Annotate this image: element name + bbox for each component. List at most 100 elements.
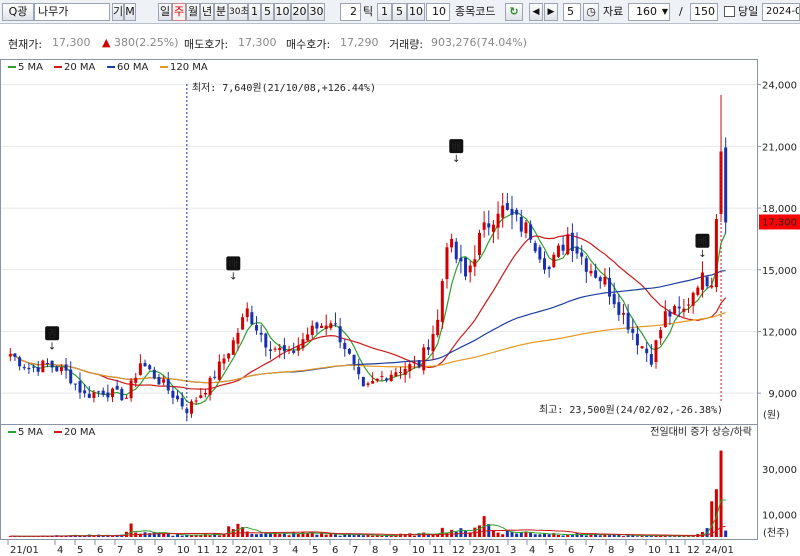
candle-body bbox=[412, 362, 416, 364]
volume-bar bbox=[556, 534, 560, 537]
down-arrow-icon: ↓ bbox=[698, 249, 706, 260]
candle-body bbox=[338, 326, 342, 343]
candle-body bbox=[436, 319, 440, 336]
volume-bar bbox=[710, 501, 714, 537]
candle-body bbox=[124, 397, 128, 399]
x-tick-label: 7 bbox=[117, 545, 123, 556]
x-tick-label: 11 bbox=[432, 545, 445, 556]
date-field[interactable]: 2024-0 bbox=[762, 3, 800, 21]
kind-button-1[interactable]: 기 bbox=[112, 3, 124, 21]
data-count-select[interactable]: 160 ▼ bbox=[628, 3, 670, 21]
candle-body bbox=[654, 340, 658, 362]
candle-body bbox=[385, 378, 389, 381]
volume-bar bbox=[510, 531, 514, 537]
candle-body bbox=[612, 293, 616, 305]
search-button[interactable]: Q광 bbox=[2, 3, 34, 21]
low-annotation: 최저: 7,640원(21/10/08,+126.44%) bbox=[192, 82, 376, 94]
volume-bar bbox=[566, 534, 570, 537]
x-tick-label: 10 bbox=[412, 545, 425, 556]
minute-value-field[interactable]: 2 bbox=[340, 3, 361, 21]
next-arrow-icon[interactable]: ▶ bbox=[544, 3, 558, 21]
period-tab-3[interactable]: 년 bbox=[200, 3, 214, 21]
candle-body bbox=[705, 276, 709, 287]
refresh-icon[interactable]: ↻ bbox=[505, 3, 523, 21]
x-tick-label: 10 bbox=[177, 545, 190, 556]
volume-bar bbox=[584, 535, 588, 537]
tick-value-field[interactable]: 10 bbox=[426, 3, 450, 21]
event-marker-label: 배 bbox=[452, 141, 461, 153]
x-tick-label: 7 bbox=[352, 545, 358, 556]
candle-body bbox=[482, 222, 486, 230]
candle-body bbox=[287, 350, 291, 352]
candle-body bbox=[152, 369, 156, 379]
volume-bar bbox=[477, 525, 481, 537]
legend-label: 5 MA bbox=[18, 427, 43, 438]
period-tab-1[interactable]: 주 bbox=[172, 3, 186, 21]
candle-body bbox=[259, 332, 263, 335]
tick-tab-1[interactable]: 1 bbox=[377, 3, 392, 21]
today-label: 당일 bbox=[738, 5, 759, 18]
volume-bar bbox=[227, 526, 231, 537]
period-tab-8[interactable]: 10 bbox=[274, 3, 291, 21]
volume-bar bbox=[287, 535, 291, 537]
volume-bar bbox=[491, 530, 495, 537]
volume-bar bbox=[361, 535, 365, 537]
candle-body bbox=[450, 238, 454, 248]
legend-label: 120 MA bbox=[170, 62, 208, 73]
price-unit-label: (원) bbox=[763, 409, 780, 421]
price-legend: 5 MA 20 MA 60 MA 120 MA bbox=[8, 62, 208, 73]
candle-body bbox=[176, 395, 180, 400]
candle-body bbox=[320, 325, 324, 328]
candle-body bbox=[199, 395, 203, 398]
volume-bar bbox=[306, 533, 310, 537]
down-arrow-icon: ↓ bbox=[452, 154, 460, 165]
clock-icon[interactable]: ◷ bbox=[583, 3, 599, 21]
period-tab-4[interactable]: 분 bbox=[214, 3, 228, 21]
total-count-field[interactable]: 150 bbox=[690, 3, 718, 21]
candle-body bbox=[399, 372, 403, 374]
candle-body bbox=[78, 381, 82, 393]
volume-bar bbox=[454, 531, 458, 537]
candle-body bbox=[649, 353, 653, 365]
volume-bar bbox=[719, 450, 723, 537]
stock-name-field[interactable]: 나무가 bbox=[34, 3, 110, 21]
candle-body bbox=[501, 205, 505, 218]
candle-body bbox=[454, 241, 458, 260]
x-tick-label: 10 bbox=[648, 545, 661, 556]
candle-body bbox=[580, 252, 584, 257]
kind-button-2[interactable]: M bbox=[124, 3, 136, 21]
period-tab-7[interactable]: 5 bbox=[261, 3, 274, 21]
candle-body bbox=[566, 234, 570, 255]
volume-bar bbox=[282, 533, 286, 537]
volume-bar bbox=[543, 533, 547, 537]
period-tab-10[interactable]: 30 bbox=[308, 3, 325, 21]
volume-bar bbox=[668, 536, 672, 537]
volume-bar bbox=[547, 534, 551, 537]
period-tab-5[interactable]: 30초 bbox=[228, 3, 249, 21]
candle-body bbox=[696, 287, 700, 295]
candle-body bbox=[203, 393, 207, 395]
tick-tab-5[interactable]: 5 bbox=[392, 3, 407, 21]
price-tick-label: 12,000 bbox=[762, 327, 797, 338]
candle-body bbox=[426, 347, 430, 350]
candle-body bbox=[92, 392, 96, 398]
volume-bar bbox=[292, 532, 296, 537]
candle-body bbox=[645, 348, 649, 354]
period-tab-2[interactable]: 월 bbox=[186, 3, 200, 21]
stock-chart[interactable]: 5 MA 20 MA 60 MA 120 MA 5 MA 20 MA 전일대비 증가 상승… bbox=[0, 24, 800, 556]
x-tick-label: 8 bbox=[608, 545, 614, 556]
volume-bar bbox=[524, 531, 528, 537]
tick-tab-10[interactable]: 10 bbox=[407, 3, 425, 21]
candle-body bbox=[32, 366, 36, 368]
today-checkbox[interactable] bbox=[724, 6, 735, 17]
step-value-field[interactable]: 5 bbox=[563, 3, 581, 21]
period-tab-9[interactable]: 20 bbox=[291, 3, 308, 21]
search-button-label: 광 bbox=[17, 5, 28, 18]
prev-arrow-icon[interactable]: ◀ bbox=[529, 3, 543, 21]
candle-body bbox=[389, 374, 393, 382]
candle-body bbox=[55, 366, 59, 372]
period-tab-0[interactable]: 일 bbox=[158, 3, 172, 21]
period-tab-6[interactable]: 1 bbox=[248, 3, 261, 21]
candle-body bbox=[375, 378, 379, 381]
volume-bar bbox=[338, 535, 342, 537]
